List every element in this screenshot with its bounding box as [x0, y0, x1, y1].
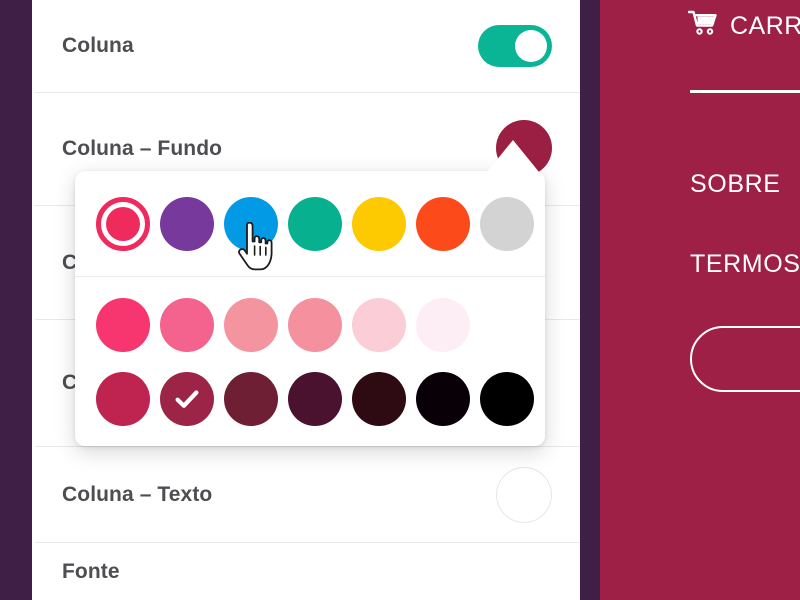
color-swatch-shade-6[interactable]	[416, 372, 470, 426]
color-swatch-shade-5[interactable]	[352, 372, 406, 426]
color-swatch-tint-5[interactable]	[352, 298, 406, 352]
coluna-toggle[interactable]	[478, 25, 552, 67]
color-swatch-base-7[interactable]	[480, 196, 534, 251]
color-swatch-shade-3[interactable]	[224, 372, 278, 426]
cart-label: CARR	[730, 12, 800, 40]
setting-label-coluna-texto: Coluna – Texto	[62, 482, 213, 506]
color-swatch-shade-7[interactable]	[480, 372, 534, 426]
site-cta-button[interactable]	[690, 326, 800, 392]
color-swatch-shade-1[interactable]	[96, 372, 150, 426]
panel-gap	[580, 0, 600, 600]
coluna-texto-color-swatch[interactable]	[496, 466, 552, 523]
color-swatch-base-5[interactable]	[352, 196, 406, 251]
site-divider	[690, 90, 800, 93]
color-swatch-tint-3[interactable]	[224, 298, 278, 352]
color-swatch-tint-2[interactable]	[160, 298, 214, 352]
color-picker-row-tints	[75, 276, 545, 358]
color-picker-row-base	[75, 171, 545, 276]
setting-label-coluna: Coluna	[62, 34, 134, 57]
setting-row-fonte[interactable]: Fonte	[32, 543, 580, 600]
check-icon	[160, 372, 214, 426]
color-swatch-tint-1[interactable]	[96, 298, 150, 352]
shopping-cart-icon	[687, 10, 718, 43]
color-picker-row-shades	[75, 358, 545, 440]
color-swatch-tint-6[interactable]	[416, 298, 470, 352]
cart-link[interactable]: CARR	[687, 10, 800, 43]
color-swatch-base-2[interactable]	[160, 196, 214, 251]
app-root: Coluna Coluna – Fundo C C Coluna – Texto	[0, 0, 800, 600]
site-nav-link-termos[interactable]: TERMOS	[690, 250, 800, 279]
setting-label-fonte: Fonte	[62, 559, 120, 583]
color-swatch-shade-4[interactable]	[288, 372, 342, 426]
color-swatch-base-3[interactable]	[224, 196, 278, 251]
toggle-knob	[515, 30, 547, 62]
setting-label-coluna-fundo: Coluna – Fundo	[62, 137, 223, 160]
left-nav-rail	[0, 0, 32, 600]
color-swatch-base-6[interactable]	[416, 196, 470, 251]
site-preview-panel: CARR SOBRE TERMOS	[600, 0, 800, 600]
color-picker-notch	[487, 140, 539, 172]
setting-row-coluna-texto[interactable]: Coluna – Texto	[32, 447, 580, 542]
setting-row-coluna[interactable]: Coluna	[32, 0, 580, 92]
color-swatch-tint-4[interactable]	[288, 298, 342, 352]
site-nav-link-sobre[interactable]: SOBRE	[690, 170, 781, 199]
color-picker-popup	[75, 171, 545, 446]
color-swatch-shade-2[interactable]	[160, 372, 214, 426]
swatch-fill	[106, 206, 140, 241]
color-swatch-base-4[interactable]	[288, 196, 342, 251]
color-swatch-base-1[interactable]	[96, 196, 150, 251]
